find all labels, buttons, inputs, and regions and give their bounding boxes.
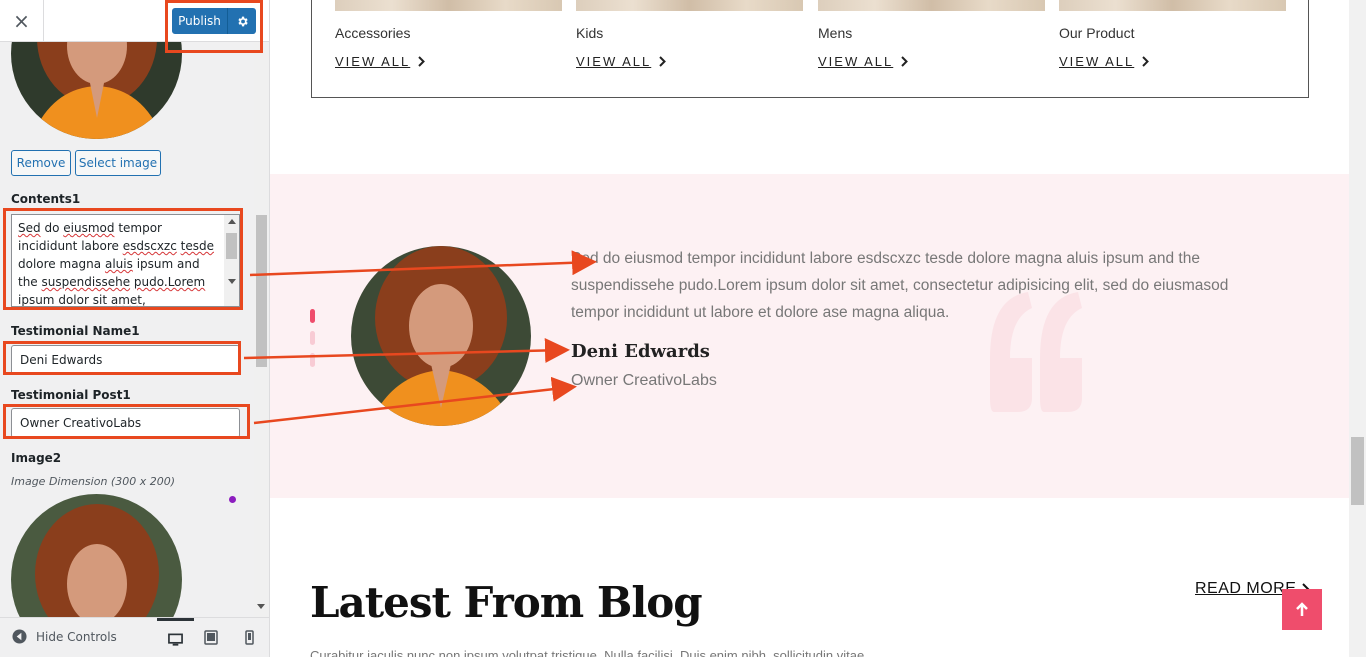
close-icon: × <box>13 9 30 33</box>
blog-subtitle: Curabitur iaculis nunc non ipsum volutpa… <box>310 648 865 657</box>
contents-highlight <box>3 208 243 310</box>
preview-scroll-thumb[interactable] <box>1351 437 1364 505</box>
annotation-arrows <box>243 250 597 425</box>
arrow-post <box>253 376 577 425</box>
arrow-name <box>243 338 570 363</box>
blog-title: Latest From Blog <box>310 578 703 627</box>
publish-highlight <box>165 0 263 53</box>
back-to-top-button[interactable] <box>1282 589 1322 630</box>
arrow-up-icon <box>1296 601 1308 616</box>
post-highlight <box>3 404 250 439</box>
arrow-contents <box>249 250 597 277</box>
close-button[interactable]: × <box>0 0 44 42</box>
name-highlight <box>3 341 241 375</box>
preview-scrollbar[interactable] <box>1349 0 1366 657</box>
